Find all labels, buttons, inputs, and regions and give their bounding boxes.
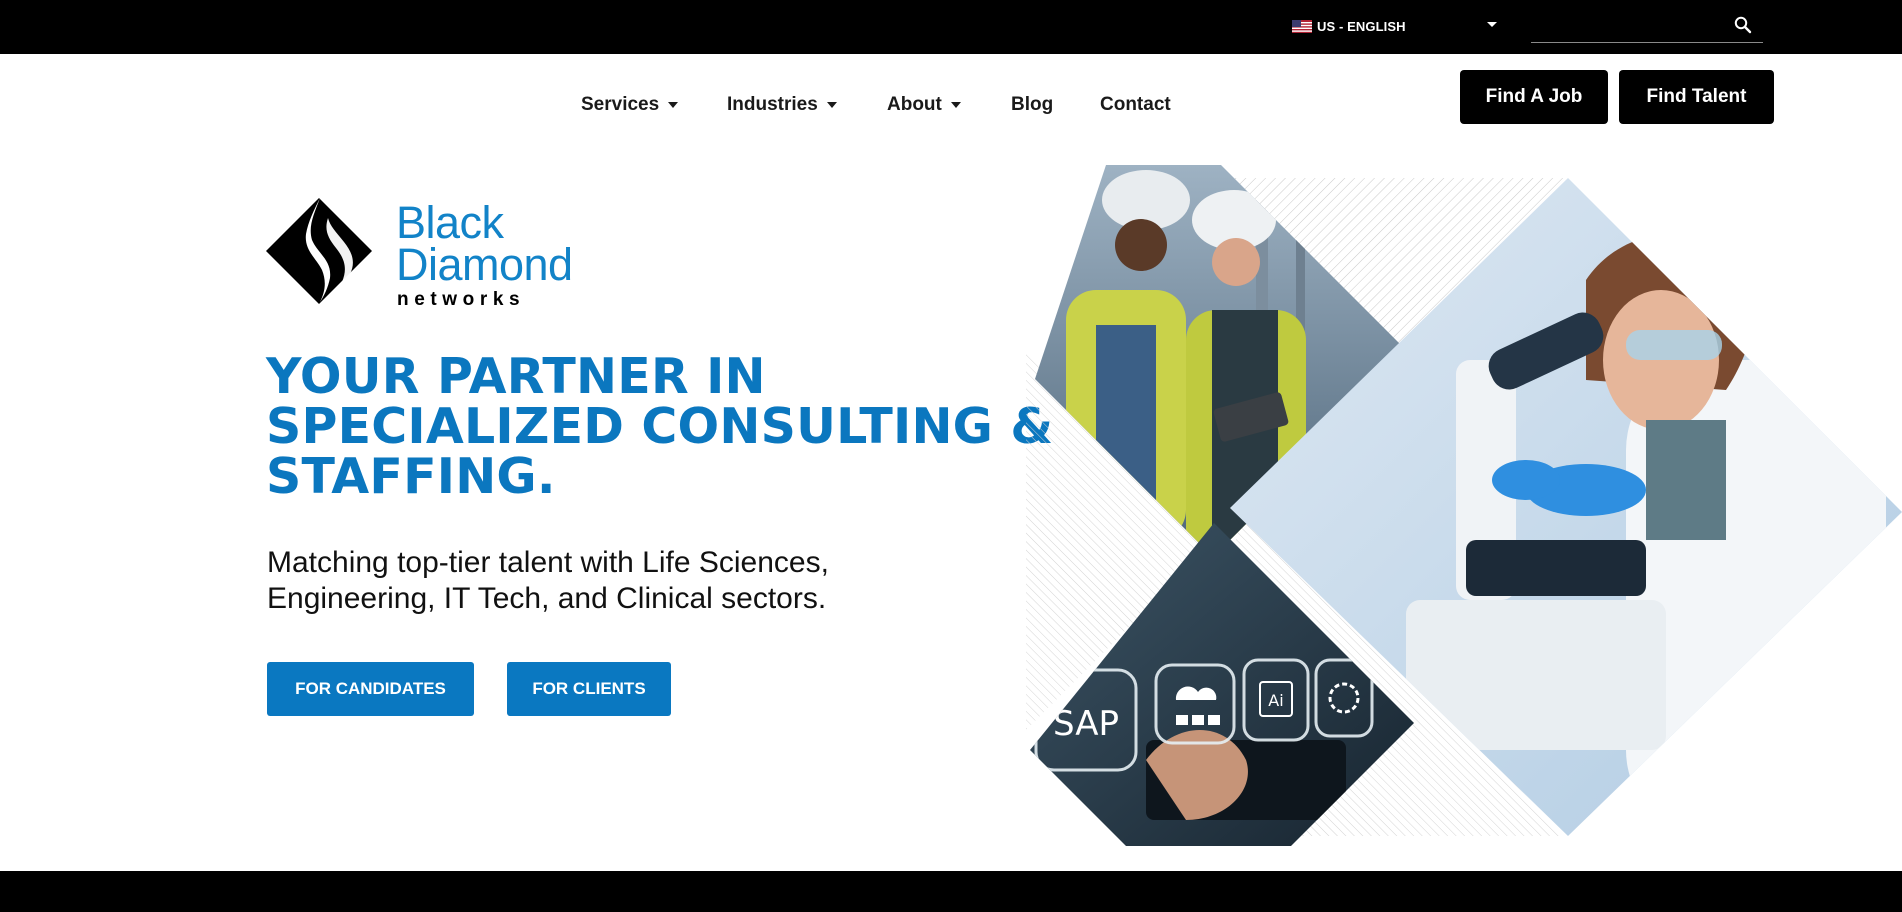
ai-label: Ai xyxy=(1268,691,1283,710)
nav-item-label: Services xyxy=(581,94,660,115)
caret-down-icon xyxy=(826,102,837,108)
nav-item-label: Contact xyxy=(1100,94,1171,115)
caret-down-icon xyxy=(668,102,679,108)
hero-headline: YOUR PARTNER IN SPECIALIZED CONSULTING &… xyxy=(266,348,1054,505)
subtext-line: Matching top-tier talent with Life Scien… xyxy=(267,546,829,579)
nav-item-about[interactable]: About xyxy=(887,90,961,120)
top-bar: US - ENGLISH xyxy=(0,0,1902,54)
nav-item-services[interactable]: Services xyxy=(581,90,679,120)
hero-subtext: Matching top-tier talent with Life Scien… xyxy=(267,545,967,617)
main-nav: Services Industries About Blog Contact xyxy=(0,90,1902,120)
search-box xyxy=(1531,10,1763,43)
nav-item-label: Blog xyxy=(1011,94,1054,115)
headline-line: YOUR PARTNER IN xyxy=(266,348,766,405)
find-talent-button[interactable]: Find Talent xyxy=(1619,70,1774,124)
nav-item-industries[interactable]: Industries xyxy=(727,90,837,120)
caret-down-icon[interactable] xyxy=(1487,22,1497,27)
logo-word-diamond: Diamond xyxy=(396,239,573,290)
headline-line: SPECIALIZED CONSULTING & xyxy=(266,398,1054,455)
nav-item-blog[interactable]: Blog xyxy=(1011,90,1053,120)
footer-band xyxy=(0,871,1902,912)
sap-label: SAP xyxy=(1053,704,1119,744)
for-candidates-button[interactable]: FOR CANDIDATES xyxy=(267,662,474,716)
search-icon[interactable] xyxy=(1733,15,1753,35)
headline-line: STAFFING. xyxy=(266,448,556,505)
nav-item-contact[interactable]: Contact xyxy=(1100,90,1171,120)
nav-item-label: About xyxy=(887,94,942,115)
us-flag-icon xyxy=(1292,19,1312,33)
caret-down-icon xyxy=(950,102,961,108)
hero-image-collage: SAP Ai xyxy=(1026,165,1902,846)
for-clients-button[interactable]: FOR CLIENTS xyxy=(507,662,671,716)
nav-item-label: Industries xyxy=(727,94,818,115)
find-a-job-button[interactable]: Find A Job xyxy=(1460,70,1608,124)
brand-logo[interactable]: Black Diamond networks xyxy=(396,200,573,309)
logo-word-black: Black xyxy=(396,197,504,248)
search-input[interactable] xyxy=(1531,12,1731,40)
language-label: US - ENGLISH xyxy=(1317,18,1406,34)
black-diamond-logo-icon xyxy=(266,198,372,304)
subtext-line: Engineering, IT Tech, and Clinical secto… xyxy=(267,582,827,615)
logo-word-networks: networks xyxy=(397,289,526,310)
language-selector[interactable]: US - ENGLISH xyxy=(1292,15,1497,37)
